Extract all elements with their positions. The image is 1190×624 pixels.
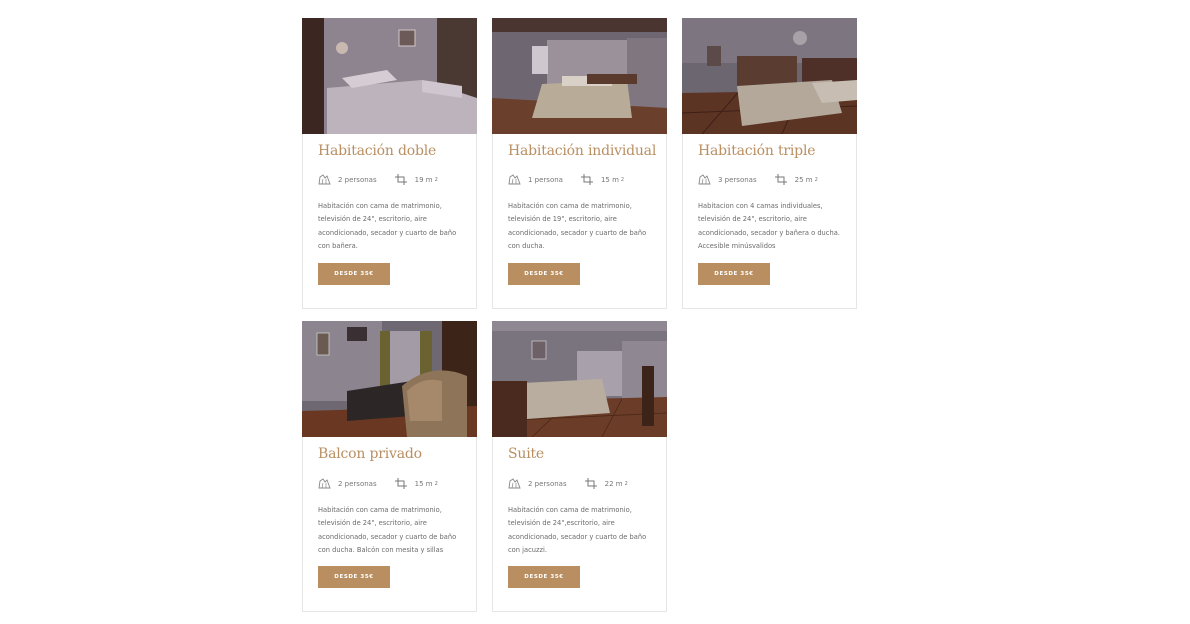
- room-title[interactable]: Habitación individual: [508, 143, 656, 159]
- crop-area-icon: [580, 174, 594, 185]
- guests-icon: [318, 478, 331, 489]
- room-title[interactable]: Habitación doble: [318, 143, 436, 159]
- crop-area-icon: [584, 478, 598, 489]
- guests-icon: [698, 174, 711, 185]
- guests-icon: [508, 478, 521, 489]
- size-unit: 2: [624, 480, 628, 487]
- book-button[interactable]: DESDE 35€: [318, 263, 390, 285]
- room-description: Habitacion con 4 camas individuales, tel…: [698, 202, 840, 251]
- room-card-doble: Habitación doble 2 personas 19 m2 Habita…: [302, 18, 477, 309]
- room-card-suite: Suite 2 personas 22 m2 Habitación con ca…: [492, 321, 667, 612]
- size-unit: 2: [434, 480, 438, 487]
- room-meta: 2 personas 22 m2: [508, 478, 628, 489]
- room-meta: 1 persona 15 m2: [508, 174, 624, 185]
- size-unit: 2: [620, 176, 625, 183]
- room-title[interactable]: Suite: [508, 446, 544, 462]
- book-button[interactable]: DESDE 35€: [318, 566, 390, 588]
- room-size: 22 m: [604, 479, 623, 488]
- room-meta: 3 personas 25 m2: [698, 174, 818, 185]
- guests-count: 1 persona: [528, 175, 563, 184]
- crop-area-icon: [394, 478, 408, 489]
- room-card-individual: Habitación individual 1 persona 15 m2 Ha…: [492, 18, 667, 309]
- room-description: Habitación con cama de matrimonio, telev…: [508, 202, 647, 251]
- guests-count: 2 personas: [528, 479, 567, 488]
- room-size: 15 m: [414, 479, 433, 488]
- guests-icon: [508, 174, 521, 185]
- room-size: 25 m: [794, 175, 813, 184]
- room-card-triple: Habitación triple 3 personas 25 m2 Habit…: [682, 18, 857, 309]
- guests-icon: [318, 174, 331, 185]
- book-button[interactable]: DESDE 35€: [508, 566, 580, 588]
- room-title[interactable]: Habitación triple: [698, 143, 816, 159]
- crop-area-icon: [774, 174, 788, 185]
- book-button[interactable]: DESDE 35€: [698, 263, 770, 285]
- size-unit: 2: [434, 176, 438, 183]
- room-description: Habitación con cama de matrimonio, telev…: [508, 506, 647, 555]
- room-meta: 2 personas 19 m2: [318, 174, 438, 185]
- room-photo[interactable]: [302, 321, 477, 437]
- room-photo[interactable]: [492, 321, 667, 437]
- room-title[interactable]: Balcon privado: [318, 446, 422, 462]
- room-photo[interactable]: [302, 18, 477, 134]
- room-size: 19 m: [414, 175, 433, 184]
- guests-count: 2 personas: [338, 175, 377, 184]
- room-photo[interactable]: [682, 18, 857, 134]
- room-card-balcon: Balcon privado 2 personas 15 m2 Habitaci…: [302, 321, 477, 612]
- guests-count: 3 personas: [718, 175, 757, 184]
- guests-count: 2 personas: [338, 479, 377, 488]
- size-unit: 2: [814, 176, 818, 183]
- room-size: 15 m: [600, 175, 619, 184]
- room-description: Habitación con cama de matrimonio, telev…: [318, 202, 457, 251]
- crop-area-icon: [394, 174, 408, 185]
- room-photo[interactable]: [492, 18, 667, 134]
- room-description: Habitación con cama de matrimonio, telev…: [318, 506, 457, 555]
- room-meta: 2 personas 15 m2: [318, 478, 438, 489]
- book-button[interactable]: DESDE 35€: [508, 263, 580, 285]
